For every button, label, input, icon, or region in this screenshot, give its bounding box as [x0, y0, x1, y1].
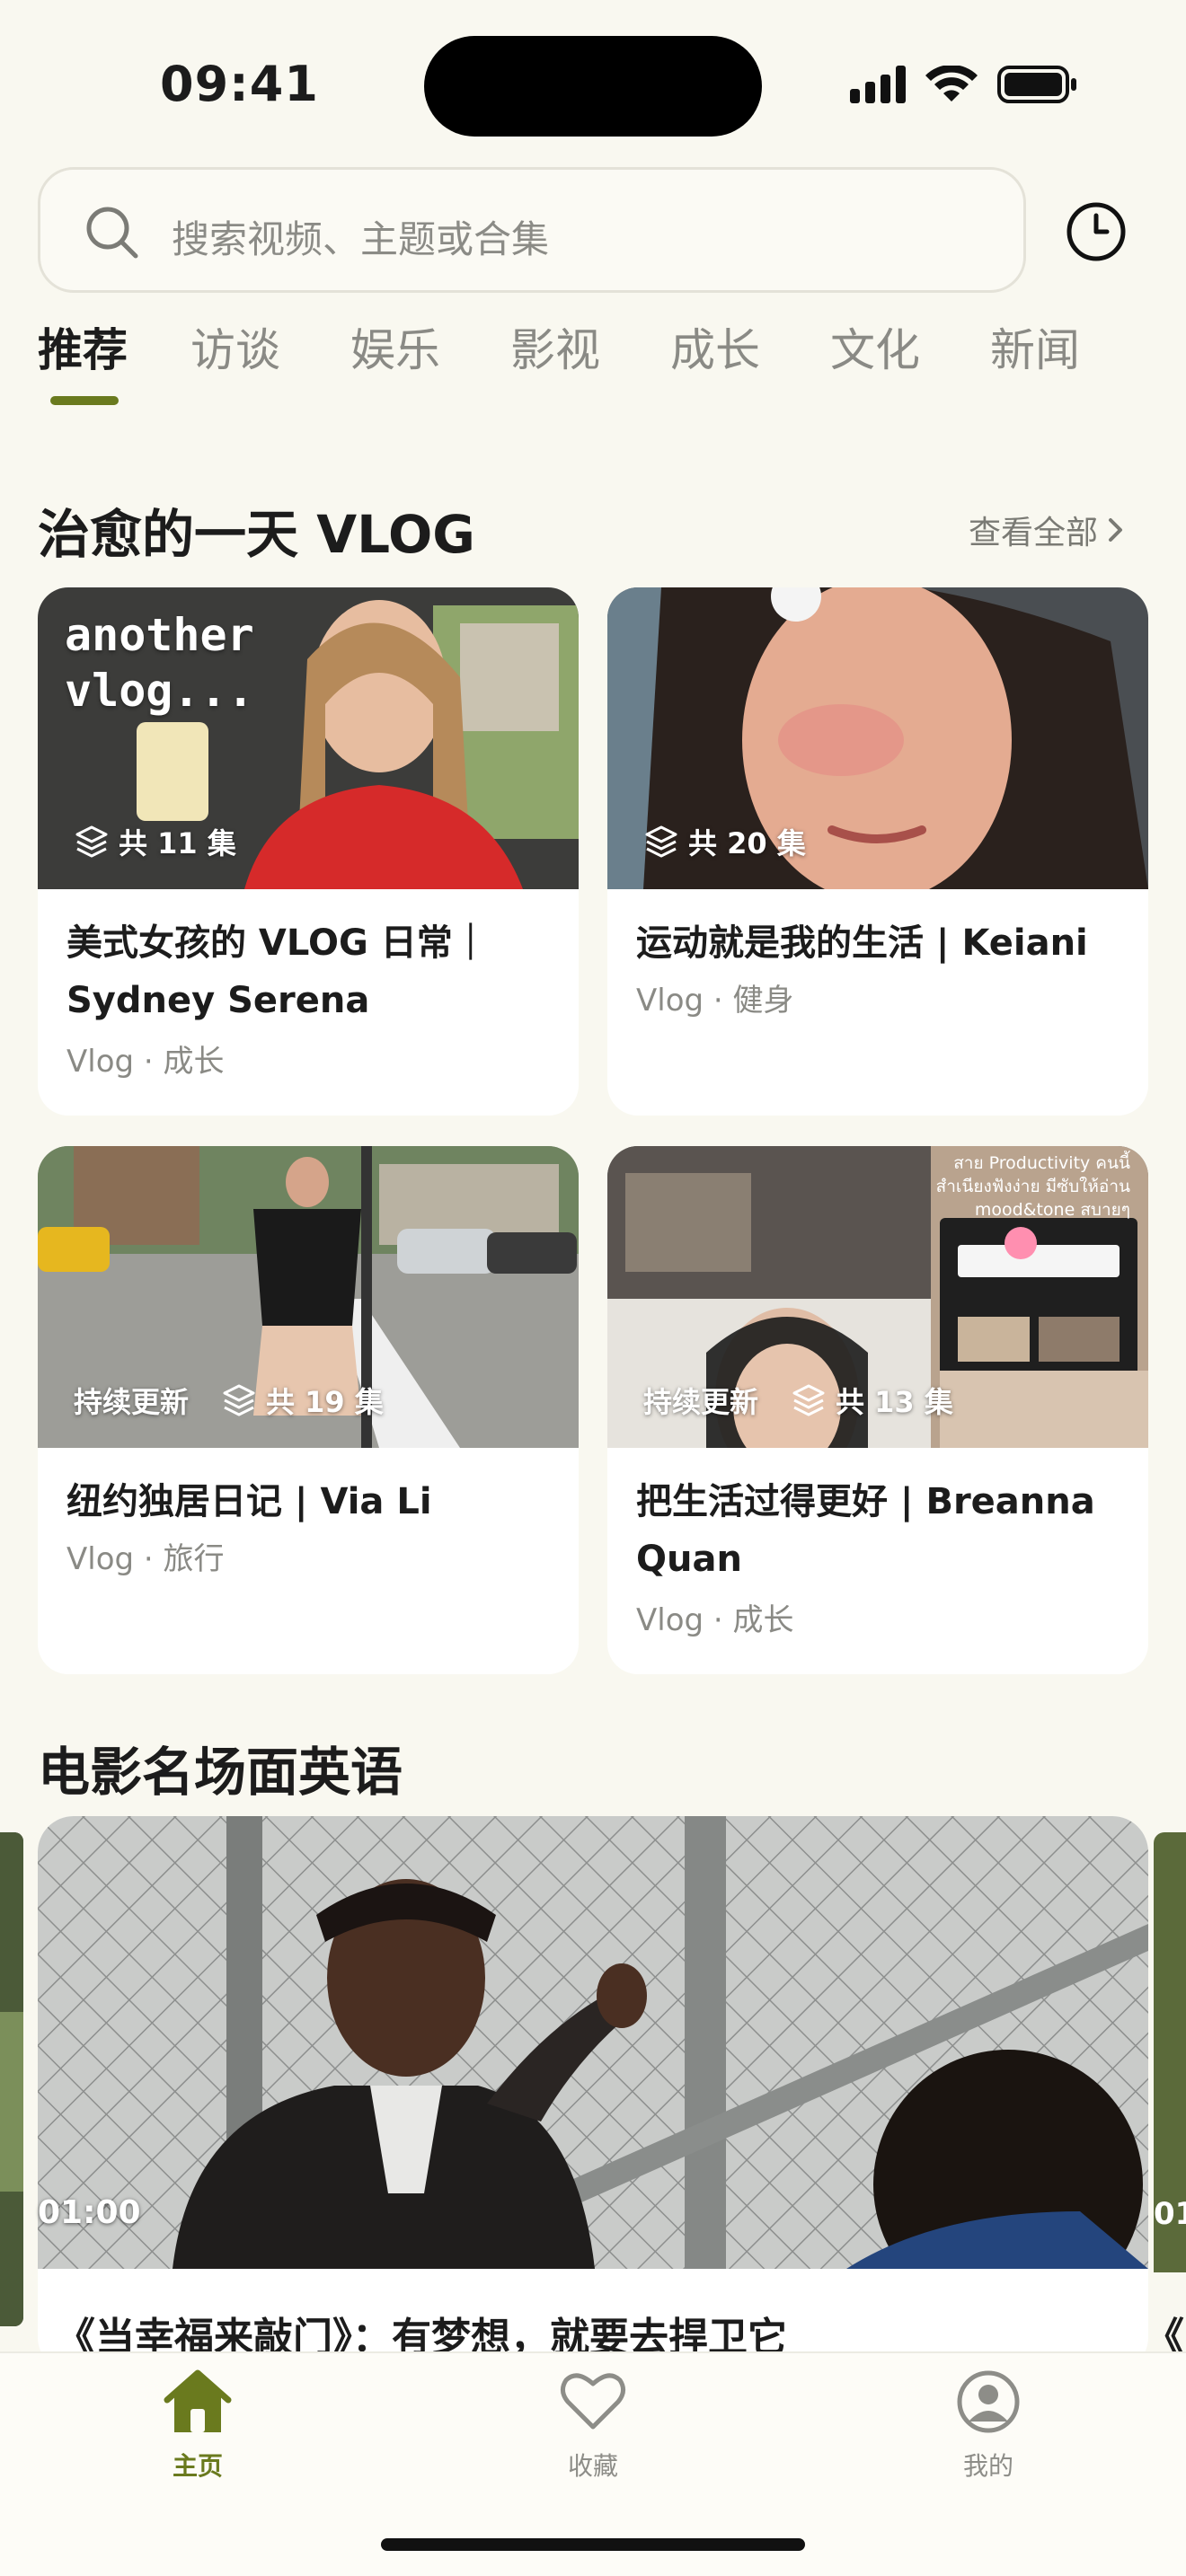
layers-icon: [792, 1384, 825, 1416]
section-title-vlog: 治愈的一天 VLOG: [38, 504, 475, 565]
heart-icon: [561, 2373, 625, 2430]
profile-icon: [957, 2370, 1020, 2433]
layers-icon: [223, 1384, 255, 1416]
tab-recommended[interactable]: 推荐: [38, 314, 128, 379]
movie-card[interactable]: [38, 1816, 1148, 2373]
status-badge: 持续更新: [74, 1385, 190, 1419]
episode-count-label: 共 19 集: [266, 1385, 384, 1419]
tab-film-tv[interactable]: 影视: [510, 314, 600, 379]
status-bar: 09:41: [0, 0, 1186, 162]
episode-count: 共 19 集: [221, 1380, 384, 1421]
search-icon: [86, 207, 138, 259]
card-meta: Vlog · 成长: [636, 1602, 794, 1638]
vlog-card[interactable]: 持续更新 共 19 集 纽约独居日记 | Via Li Vlog · 旅行: [38, 1146, 579, 1674]
card-title: 美式女孩的 VLOG 日常｜Sydney Serena: [66, 922, 489, 1021]
active-tab-indicator: [50, 396, 119, 405]
status-time: 09:41: [160, 56, 319, 112]
category-tabs: 推荐 访谈 娱乐 影视 成长 文化 新闻: [0, 314, 1186, 413]
history-clock-icon[interactable]: [1064, 199, 1128, 264]
episode-count: 共 20 集: [643, 821, 806, 862]
dynamic-island: [424, 36, 762, 137]
card-meta: Vlog · 健身: [636, 983, 794, 1019]
episode-count: 共 13 集: [791, 1380, 953, 1421]
home-icon: [164, 2369, 232, 2432]
status-icons: [850, 65, 1078, 104]
tab-interviews[interactable]: 访谈: [190, 314, 280, 379]
status-badge: 持续更新: [643, 1385, 759, 1419]
wifi-icon: [925, 66, 978, 101]
episode-count-label: 共 20 集: [688, 826, 806, 860]
tab-growth[interactable]: 成长: [670, 314, 760, 379]
tabbar-profile-label: 我的: [962, 2451, 1013, 2481]
search-input[interactable]: 搜索视频、主题或合集: [38, 167, 1026, 293]
vlog-card[interactable]: 共 20 集 运动就是我的生活 | Keiani Vlog · 健身: [607, 587, 1148, 1116]
card-title: 运动就是我的生活 | Keiani: [636, 922, 1088, 964]
carousel-next-peek[interactable]: [1148, 1832, 1186, 2326]
thumbnail-overlay: 共 11 集: [74, 821, 236, 862]
thumbnail-caption: another vlog...: [65, 609, 254, 717]
battery-icon: [997, 66, 1076, 103]
tab-news[interactable]: 新闻: [990, 314, 1080, 379]
tabbar-home[interactable]: 主页: [126, 2368, 270, 2483]
card-thumbnail: 持续更新 共 19 集: [38, 1146, 579, 1448]
view-all-label: 查看全部: [969, 515, 1099, 551]
card-thumbnail: another vlog... 共 11 集: [38, 587, 579, 889]
card-thumbnail: 共 20 集: [607, 587, 1148, 889]
cellular-signal-icon: [850, 66, 906, 103]
chevron-right-icon: [1109, 518, 1123, 542]
card-thumbnail: สาย Productivity คนนี้ สำเนียงฟังง่าย มี…: [607, 1146, 1148, 1448]
thumbnail-caption: สาย Productivity คนนี้ สำเนียงฟังง่าย มี…: [935, 1153, 1130, 1220]
view-all-link[interactable]: 查看全部: [969, 507, 1125, 553]
tabbar-favorites-label: 收藏: [567, 2451, 618, 2481]
home-indicator: [381, 2538, 805, 2551]
tab-entertainment[interactable]: 娱乐: [350, 314, 440, 379]
tabbar-home-label: 主页: [172, 2451, 223, 2481]
card-title: 把生活过得更好 | Breanna Quan: [636, 1481, 1095, 1580]
carousel-prev-peek[interactable]: [0, 1832, 23, 2326]
tabbar-favorites[interactable]: 收藏: [521, 2368, 665, 2483]
search-placeholder: 搜索视频、主题或合集: [172, 217, 550, 261]
card-meta: Vlog · 成长: [66, 1044, 225, 1080]
vlog-card[interactable]: สาย Productivity คนนี้ สำเนียงฟังง่าย มี…: [607, 1146, 1148, 1674]
card-title: 纽约独居日记 | Via Li: [66, 1481, 432, 1522]
episode-count: 共 11 集: [74, 821, 236, 862]
thumbnail-overlay: 持续更新 共 19 集: [74, 1380, 384, 1421]
layers-icon: [75, 825, 108, 858]
next-movie-duration: 01: [1154, 2196, 1186, 2232]
vlog-card[interactable]: another vlog... 共 11 集 美式女孩的 VLOG 日常｜Syd…: [38, 587, 579, 1116]
movie-duration: 01:00: [38, 2194, 141, 2231]
thumbnail-overlay: 持续更新 共 13 集: [643, 1380, 953, 1421]
card-meta: Vlog · 旅行: [66, 1541, 225, 1577]
thumbnail-overlay: 共 20 集: [643, 821, 806, 862]
layers-icon: [645, 825, 677, 858]
tab-culture[interactable]: 文化: [830, 314, 920, 379]
movie-thumbnail: [38, 1816, 1148, 2269]
tabbar-profile[interactable]: 我的: [916, 2368, 1060, 2483]
episode-count-label: 共 11 集: [119, 826, 236, 860]
section-title-movies: 电影名场面英语: [38, 1742, 403, 1803]
episode-count-label: 共 13 集: [836, 1385, 953, 1419]
